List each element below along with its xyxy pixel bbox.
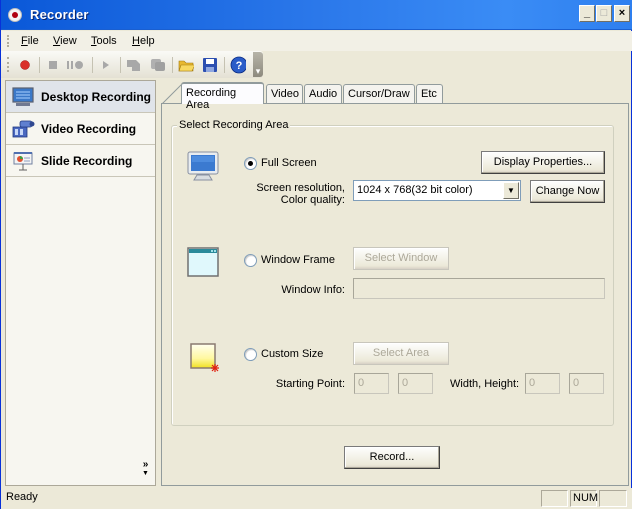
pause-record-button[interactable] [67,57,83,73]
custom-size-icon [190,343,220,376]
toolbar-separator [92,57,93,73]
pause-record-icon [67,61,83,69]
save-icon [203,58,217,72]
record-start-button[interactable]: Record... [344,446,440,469]
toolbar-overflow-button[interactable]: ▾ [253,52,263,77]
window-title: Recorder [30,7,89,22]
resolution-value: 1024 x 768(32 bit color) [357,184,473,196]
status-pane-caps [541,490,568,507]
menu-view[interactable]: View [53,35,77,47]
toolbar-separator [224,57,225,73]
tab-label: Video [271,88,299,100]
play-button[interactable] [98,57,114,73]
custom-size-radio[interactable] [244,348,257,361]
full-screen-label: Full Screen [261,157,317,169]
menubar-grip[interactable] [7,35,9,47]
toolbar-separator [172,57,173,73]
resolution-select[interactable]: 1024 x 768(32 bit color) ▼ [353,180,521,201]
stop-icon [49,61,57,69]
width-field[interactable]: 0 [525,373,560,394]
double-chevron-icon: » [142,459,149,470]
toolbar-separator [120,57,121,73]
sidebar: Desktop Recording Video Recording Slide … [5,80,156,486]
status-bar: Ready NUM [1,488,632,509]
sidebar-item-label: Video Recording [41,122,137,136]
sidebar-more-button[interactable]: » ▼ [142,459,149,478]
dropdown-arrow-icon[interactable]: ▼ [503,182,519,199]
sidebar-item-label: Slide Recording [41,154,133,168]
recorder-window: Recorder _ □ × File View Tools Help ? ▾ … [0,0,632,509]
slide-presentation-icon [12,151,34,171]
close-icon: × [618,7,626,19]
svg-text:?: ? [236,60,243,72]
tab-label: Cursor/Draw [348,88,410,100]
chevron-down-icon: ▼ [142,470,149,477]
convert-button[interactable] [150,57,166,73]
status-pane-num: NUM [570,490,598,507]
height-field[interactable]: 0 [569,373,604,394]
tab-etc[interactable]: Etc [416,84,443,104]
maximize-icon: □ [600,7,608,19]
display-properties-button[interactable]: Display Properties... [481,151,605,174]
export-button[interactable] [126,57,142,73]
start-x-field[interactable]: 0 [354,373,389,394]
sidebar-item-slide-recording[interactable]: Slide Recording [6,145,155,177]
status-text: Ready [6,491,38,503]
width-height-label: Width, Height: [450,378,520,390]
stop-button[interactable] [45,57,61,73]
open-folder-icon [178,60,194,72]
status-pane-scroll [599,490,627,507]
video-camera-icon [12,119,35,139]
change-now-button[interactable]: Change Now [530,180,605,203]
maximize-button[interactable]: □ [596,5,612,22]
starting-point-label: Starting Point: [275,378,345,390]
tab-recording-area[interactable]: Recording Area [181,82,264,111]
window-frame-label: Window Frame [261,254,335,266]
window-info-field[interactable] [353,278,605,299]
custom-size-label: Custom Size [261,348,324,360]
sidebar-item-desktop-recording[interactable]: Desktop Recording [6,81,155,113]
open-folder-button[interactable] [178,57,194,73]
record-button[interactable] [17,57,33,73]
tab-label: Audio [309,88,338,100]
menu-tools[interactable]: Tools [91,35,117,47]
tab-label: Etc [421,88,437,100]
window-frame-icon [187,247,219,280]
record-icon [8,8,22,22]
record-icon [20,60,30,70]
title-bar[interactable]: Recorder _ □ × [1,0,632,30]
toolbar: ? [1,51,263,78]
select-area-button[interactable]: Select Area [353,342,449,365]
menu-file[interactable]: File [21,35,39,47]
tab-video[interactable]: Video [266,84,303,104]
close-button[interactable]: × [614,5,630,22]
toolbar-separator [39,57,40,73]
monitor-icon [12,87,34,107]
minimize-button[interactable]: _ [579,5,595,22]
toolbar-grip[interactable] [7,57,9,72]
tab-cursor-draw[interactable]: Cursor/Draw [343,84,415,104]
chevron-down-icon: ▾ [255,66,261,76]
menu-bar: File View Tools Help [1,31,632,51]
sidebar-item-label: Desktop Recording [41,90,152,104]
help-icon: ? [230,56,246,74]
window-info-label: Window Info: [281,284,345,296]
menu-help[interactable]: Help [132,35,155,47]
save-button[interactable] [202,57,218,73]
play-icon [103,61,109,69]
help-button[interactable]: ? [230,56,246,74]
tab-audio[interactable]: Audio [304,84,342,104]
window-frame-radio[interactable] [244,254,257,267]
select-window-button[interactable]: Select Window [353,247,449,270]
resolution-label-line2: Color quality: [280,194,345,206]
convert-icon [151,59,165,71]
export-icon [127,60,140,71]
group-title: Select Recording Area [177,119,291,131]
monitor-icon [187,151,219,186]
full-screen-radio[interactable] [244,157,257,170]
start-y-field[interactable]: 0 [398,373,433,394]
sidebar-item-video-recording[interactable]: Video Recording [6,113,155,145]
minimize-icon: _ [583,7,591,19]
resolution-label-line1: Screen resolution, [256,182,345,194]
